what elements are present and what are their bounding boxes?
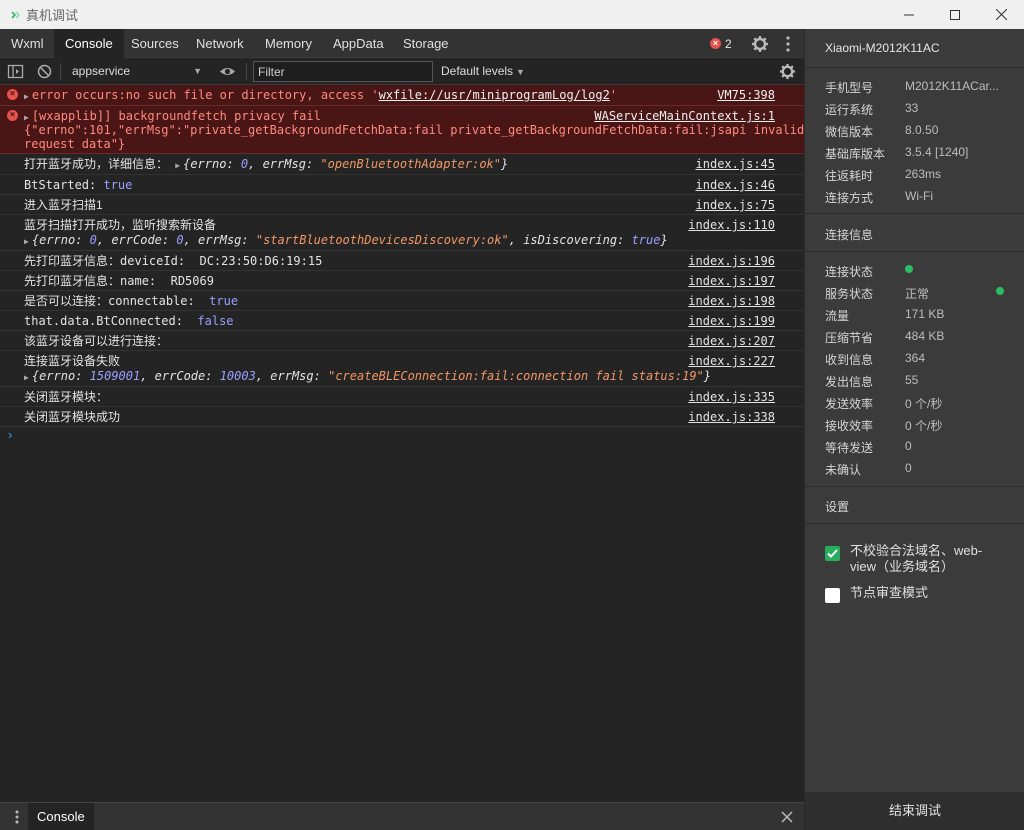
log-row: 打开蓝牙成功，详细信息： ▶ {errno: 0, errMsg: "openBl…	[0, 154, 804, 175]
node-inspect-checkbox[interactable]	[825, 588, 840, 603]
maximize-button[interactable]	[932, 0, 978, 29]
checkmark-icon	[827, 549, 838, 558]
source-link[interactable]: index.js:46	[696, 178, 775, 192]
wechat-devtools-icon	[8, 7, 24, 23]
tab-console[interactable]: Console	[54, 29, 124, 58]
console-settings-gear-icon[interactable]	[779, 63, 796, 80]
close-window-button[interactable]	[978, 0, 1024, 29]
skip-domain-check-label: 不校验合法域名、web-view（业务域名）	[850, 543, 983, 574]
filter-input[interactable]	[253, 61, 433, 82]
clear-console-icon[interactable]	[36, 63, 53, 80]
settings-gear-icon[interactable]	[751, 35, 769, 53]
source-link[interactable]: index.js:197	[688, 274, 775, 288]
expand-triangle-icon[interactable]: ▶	[24, 113, 29, 122]
title-bar: 真机调试	[0, 0, 1024, 29]
dropdown-arrow-icon: ▼	[193, 66, 202, 76]
log-row: 是否可以连接：connectable: true index.js:198	[0, 291, 804, 311]
source-link[interactable]: index.js:198	[688, 294, 775, 308]
source-link[interactable]: index.js:45	[696, 157, 775, 171]
node-inspect-label: 节点审查模式	[850, 585, 929, 600]
devtools-panel: Wxml Console Sources Network Memory AppD…	[0, 29, 804, 830]
tab-network[interactable]: Network	[185, 29, 255, 58]
log-row: 蓝牙扫描打开成功，监听搜索新设备 ▶ {errno: 0, errCode: 0,…	[0, 215, 804, 251]
panel-divider	[805, 523, 1024, 524]
log-levels-label: Default levels	[441, 64, 514, 78]
device-panel: Xiaomi-M2012K11AC 手机型号 M2012K11ACar... 运行…	[804, 29, 1024, 830]
tab-wxml[interactable]: Wxml	[0, 29, 55, 58]
file-link[interactable]: wxfile://usr/miniprogramLog/log2	[379, 88, 610, 102]
source-link[interactable]: index.js:207	[688, 334, 775, 348]
tab-storage[interactable]: Storage	[392, 29, 460, 58]
dropdown-arrow-icon: ▼	[516, 67, 525, 77]
close-drawer-icon[interactable]	[780, 810, 794, 824]
more-menu-icon[interactable]	[780, 35, 796, 53]
console-toolbar: appservice ▼ Default levels▼	[0, 58, 804, 85]
bottom-drawer: Console	[0, 802, 804, 830]
source-link[interactable]: index.js:110	[688, 218, 775, 232]
log-row: BtStarted: true index.js:46	[0, 175, 804, 195]
error-counter[interactable]: × 2	[710, 35, 732, 52]
expand-triangle-icon[interactable]: ▶	[24, 92, 29, 101]
log-row: 连接蓝牙设备失败 ▶ {errno: 1509001, errCode: 1000…	[0, 351, 804, 387]
minimize-button[interactable]	[886, 0, 932, 29]
context-selector-label: appservice	[72, 64, 131, 78]
error-count: 2	[725, 36, 732, 51]
skip-domain-check-checkbox[interactable]	[825, 546, 840, 561]
prompt-chevron-icon: ›	[8, 427, 13, 442]
panel-divider	[805, 486, 1024, 487]
console-prompt[interactable]: ›	[0, 427, 804, 447]
log-row: 先打印蓝牙信息：name: RD5069 index.js:197	[0, 271, 804, 291]
tab-memory[interactable]: Memory	[254, 29, 323, 58]
panel-divider	[805, 67, 1024, 68]
log-levels-dropdown[interactable]: Default levels ▼	[441, 61, 525, 82]
tab-sources[interactable]: Sources	[120, 29, 190, 58]
error-icon: ×	[7, 110, 18, 121]
log-row: 进入蓝牙扫描1 index.js:75	[0, 195, 804, 215]
source-link[interactable]: index.js:199	[688, 314, 775, 328]
expand-triangle-icon[interactable]: ▶	[24, 373, 29, 382]
expand-triangle-icon[interactable]: ▶	[24, 237, 29, 246]
toggle-sidebar-icon[interactable]	[7, 63, 24, 80]
source-link[interactable]: index.js:338	[688, 410, 775, 424]
toolbar-divider	[60, 63, 61, 80]
panel-divider	[805, 213, 1024, 214]
source-link[interactable]: index.js:335	[688, 390, 775, 404]
service-status-dot	[996, 287, 1004, 295]
settings-title: 设置	[825, 500, 850, 514]
log-row-error: × ▶ [wxapplib]] backgroundfetch privacy f…	[0, 106, 804, 154]
error-icon: ×	[7, 89, 18, 100]
log-row-error: × ▶ error occurs:no such file or director…	[0, 85, 804, 106]
context-selector[interactable]: appservice ▼	[64, 60, 206, 82]
connection-info-title: 连接信息	[825, 228, 874, 242]
log-row: 关闭蓝牙模块： index.js:335	[0, 387, 804, 407]
connection-status-dot	[905, 265, 913, 273]
live-expression-eye-icon[interactable]	[219, 63, 236, 80]
log-row: 关闭蓝牙模块成功 index.js:338	[0, 407, 804, 427]
source-link[interactable]: index.js:75	[696, 198, 775, 212]
source-link[interactable]: index.js:227	[688, 354, 775, 368]
drawer-tab-console[interactable]: Console	[28, 803, 94, 830]
drawer-menu-icon[interactable]	[9, 809, 25, 825]
error-icon: ×	[710, 38, 721, 49]
window-title: 真机调试	[26, 8, 79, 23]
tab-appdata[interactable]: AppData	[322, 29, 395, 58]
log-row: 先打印蓝牙信息：deviceId: DC:23:50:D6:19:15 inde…	[0, 251, 804, 271]
source-link[interactable]: VM75:398	[717, 88, 775, 102]
devtools-tab-bar: Wxml Console Sources Network Memory AppD…	[0, 29, 804, 58]
console-log: × ▶ error occurs:no such file or director…	[0, 85, 804, 447]
log-row: 该蓝牙设备可以进行连接： index.js:207	[0, 331, 804, 351]
source-link[interactable]: index.js:196	[688, 254, 775, 268]
end-debugging-button[interactable]: 结束调试	[805, 792, 1024, 830]
expand-triangle-icon[interactable]: ▶	[175, 161, 180, 170]
panel-divider	[805, 251, 1024, 252]
toolbar-divider	[246, 63, 247, 80]
device-name: Xiaomi-M2012K11AC	[825, 41, 940, 55]
log-row: that.data.BtConnected: false index.js:19…	[0, 311, 804, 331]
source-link[interactable]: WAServiceMainContext.js:1	[594, 109, 775, 123]
